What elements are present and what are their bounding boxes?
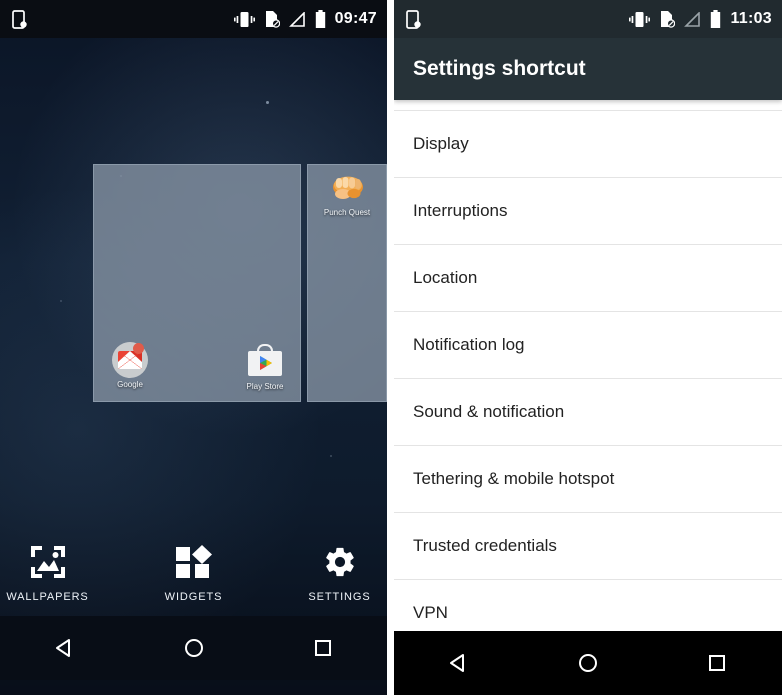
home-circle-icon bbox=[184, 639, 203, 657]
no-sim-icon bbox=[661, 11, 676, 28]
list-item-label: Sound & notification bbox=[413, 402, 565, 421]
page-title: Settings shortcut bbox=[413, 57, 586, 80]
status-clock: 11:03 bbox=[730, 10, 772, 27]
app-label: Play Store bbox=[246, 382, 284, 391]
recents-square-icon bbox=[709, 655, 726, 671]
recents-square-icon bbox=[314, 640, 331, 656]
gmail-folder-icon bbox=[112, 342, 148, 378]
list-item-label: Tethering & mobile hotspot bbox=[413, 469, 615, 488]
vibrate-icon bbox=[233, 11, 255, 27]
list-item-label: Location bbox=[413, 268, 478, 287]
battery-icon bbox=[711, 10, 721, 28]
left-phone-panel: Google Play Store Punch Quest WALLPAPERS… bbox=[0, 0, 387, 695]
nav-back-button[interactable] bbox=[427, 641, 491, 685]
signal-icon bbox=[288, 11, 305, 27]
nav-home-button[interactable] bbox=[162, 626, 226, 670]
app-shortcut-google[interactable]: Google bbox=[101, 342, 159, 390]
play-triangle-icon bbox=[260, 356, 272, 370]
vibrate-icon bbox=[629, 11, 651, 27]
gear-icon bbox=[298, 542, 382, 582]
wallpaper-icon bbox=[6, 542, 90, 582]
list-item[interactable]: Notification log bbox=[394, 311, 782, 378]
status-clock: 09:47 bbox=[334, 10, 377, 27]
play-store-icon bbox=[247, 344, 283, 380]
signal-icon bbox=[684, 11, 701, 27]
home-page-current[interactable]: Google Play Store bbox=[93, 164, 301, 402]
settings-shortcut-list: Display Interruptions Location Notificat… bbox=[394, 110, 782, 646]
widgets-icon bbox=[152, 542, 236, 582]
app-label: Punch Quest bbox=[323, 208, 371, 217]
nav-recents-button[interactable] bbox=[685, 641, 749, 685]
home-screen-overview: Google Play Store Punch Quest bbox=[93, 164, 387, 402]
widgets-button[interactable]: WIDGETS bbox=[152, 542, 236, 603]
nav-back-button[interactable] bbox=[33, 626, 97, 670]
wallpapers-button[interactable]: WALLPAPERS bbox=[6, 542, 90, 603]
toolbar-label: SETTINGS bbox=[308, 591, 371, 603]
device-icon bbox=[406, 9, 421, 29]
toolbar-label: WIDGETS bbox=[164, 591, 223, 603]
back-triangle-icon bbox=[449, 654, 464, 672]
navigation-bar bbox=[0, 616, 387, 680]
list-item-label: Display bbox=[413, 134, 469, 153]
app-shortcut-play-store[interactable]: Play Store bbox=[236, 342, 294, 392]
app-shortcut-punch-quest[interactable]: Punch Quest bbox=[318, 170, 376, 218]
toolbar-label: WALLPAPERS bbox=[6, 591, 89, 603]
list-item-label: Trusted credentials bbox=[413, 536, 557, 555]
list-item[interactable]: Display bbox=[394, 110, 782, 177]
status-bar: 11:03 bbox=[394, 0, 782, 38]
app-label: Google bbox=[117, 380, 143, 389]
list-item[interactable]: Sound & notification bbox=[394, 378, 782, 445]
battery-icon bbox=[315, 10, 325, 28]
list-item[interactable]: Trusted credentials bbox=[394, 512, 782, 579]
app-bar: Settings shortcut bbox=[394, 38, 782, 100]
home-edit-toolbar: WALLPAPERS WIDGETS SETTINGS bbox=[0, 542, 387, 603]
home-circle-icon bbox=[578, 654, 597, 672]
fist-icon bbox=[329, 170, 365, 206]
nav-recents-button[interactable] bbox=[291, 626, 355, 670]
nav-home-button[interactable] bbox=[556, 641, 620, 685]
list-item[interactable]: Location bbox=[394, 244, 782, 311]
list-item-label: VPN bbox=[413, 603, 448, 622]
list-item-label: Notification log bbox=[413, 335, 525, 354]
device-icon bbox=[12, 9, 27, 29]
folder-badge-icon bbox=[133, 343, 144, 354]
list-item[interactable]: Interruptions bbox=[394, 177, 782, 244]
home-page-next[interactable]: Punch Quest bbox=[307, 164, 387, 402]
list-item[interactable]: Tethering & mobile hotspot bbox=[394, 445, 782, 512]
settings-button[interactable]: SETTINGS bbox=[298, 542, 382, 603]
no-sim-icon bbox=[265, 11, 280, 28]
status-bar: 09:47 bbox=[0, 0, 387, 38]
navigation-bar bbox=[394, 631, 782, 695]
screenshot-root: Google Play Store Punch Quest WALLPAPERS… bbox=[0, 0, 782, 695]
list-item-label: Interruptions bbox=[413, 201, 508, 220]
back-triangle-icon bbox=[55, 639, 70, 657]
right-phone-panel: Settings shortcut Display Interruptions … bbox=[394, 0, 782, 695]
